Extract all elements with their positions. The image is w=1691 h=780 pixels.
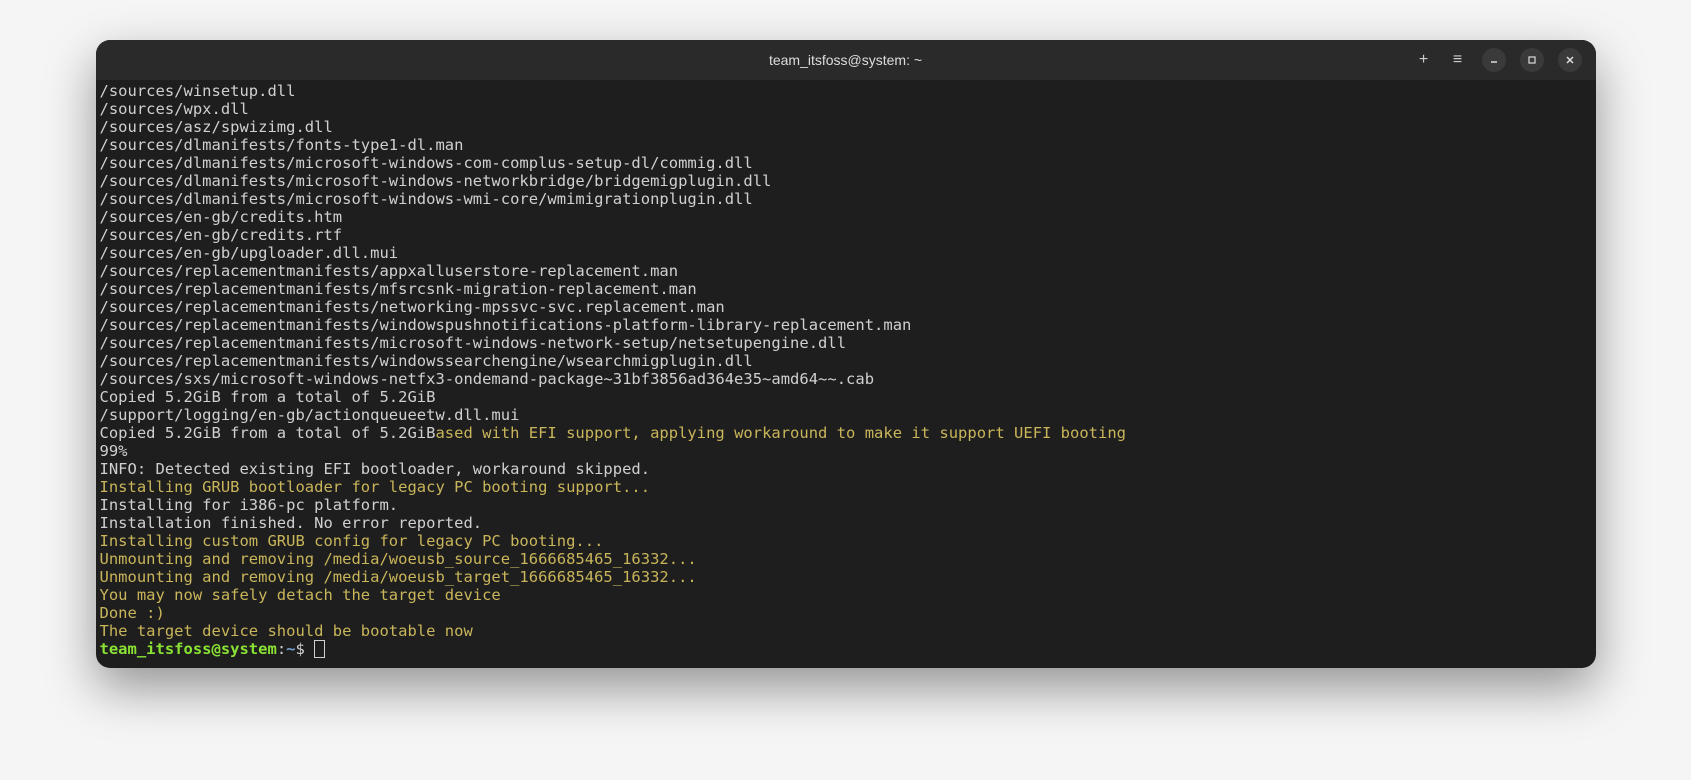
minimize-button[interactable]: [1482, 48, 1506, 72]
output-line: /sources/replacementmanifests/appxalluse…: [100, 262, 1592, 280]
output-line: Installation finished. No error reported…: [100, 514, 1592, 532]
output-line: /sources/dlmanifests/microsoft-windows-w…: [100, 190, 1592, 208]
output-line: Copied 5.2GiB from a total of 5.2GiBased…: [100, 424, 1592, 442]
output-line: INFO: Detected existing EFI bootloader, …: [100, 460, 1592, 478]
output-line: /sources/en-gb/upgloader.dll.mui: [100, 244, 1592, 262]
output-line: /sources/dlmanifests/fonts-type1-dl.man: [100, 136, 1592, 154]
output-line: Unmounting and removing /media/woeusb_ta…: [100, 568, 1592, 586]
output-line: Installing GRUB bootloader for legacy PC…: [100, 478, 1592, 496]
window-controls: + ≡: [1414, 48, 1596, 72]
output-line: Done :): [100, 604, 1592, 622]
output-line: Installing custom GRUB config for legacy…: [100, 532, 1592, 550]
output-line: The target device should be bootable now: [100, 622, 1592, 640]
output-line: You may now safely detach the target dev…: [100, 586, 1592, 604]
output-line: /sources/replacementmanifests/mfsrcsnk-m…: [100, 280, 1592, 298]
titlebar: team_itsfoss@system: ~ + ≡: [96, 40, 1596, 80]
prompt-line[interactable]: team_itsfoss@system:~$: [100, 640, 1592, 658]
terminal-output[interactable]: /sources/winsetup.dll/sources/wpx.dll/so…: [96, 80, 1596, 668]
output-line: /sources/sxs/microsoft-windows-netfx3-on…: [100, 370, 1592, 388]
output-line: Copied 5.2GiB from a total of 5.2GiB: [100, 388, 1592, 406]
output-line: /sources/winsetup.dll: [100, 82, 1592, 100]
output-line: /sources/replacementmanifests/windowspus…: [100, 316, 1592, 334]
prompt-path: ~: [286, 640, 295, 658]
new-tab-button[interactable]: +: [1414, 51, 1434, 69]
output-line: /sources/dlmanifests/microsoft-windows-n…: [100, 172, 1592, 190]
output-line: Unmounting and removing /media/woeusb_so…: [100, 550, 1592, 568]
output-line: /sources/asz/spwizimg.dll: [100, 118, 1592, 136]
output-line: Installing for i386-pc platform.: [100, 496, 1592, 514]
output-line: /sources/replacementmanifests/microsoft-…: [100, 334, 1592, 352]
output-line: 99%: [100, 442, 1592, 460]
output-line: /sources/wpx.dll: [100, 100, 1592, 118]
output-line: /sources/replacementmanifests/windowssea…: [100, 352, 1592, 370]
output-line: /sources/en-gb/credits.rtf: [100, 226, 1592, 244]
prompt-user-host: team_itsfoss@system: [100, 640, 277, 658]
close-button[interactable]: [1558, 48, 1582, 72]
output-line: /support/logging/en-gb/actionqueueetw.dl…: [100, 406, 1592, 424]
output-line: /sources/replacementmanifests/networking…: [100, 298, 1592, 316]
terminal-window: team_itsfoss@system: ~ + ≡ /sources/wins…: [96, 40, 1596, 668]
output-line: /sources/en-gb/credits.htm: [100, 208, 1592, 226]
menu-button[interactable]: ≡: [1448, 51, 1468, 69]
output-line: /sources/dlmanifests/microsoft-windows-c…: [100, 154, 1592, 172]
window-title: team_itsfoss@system: ~: [769, 52, 922, 68]
cursor: [314, 640, 325, 658]
maximize-button[interactable]: [1520, 48, 1544, 72]
